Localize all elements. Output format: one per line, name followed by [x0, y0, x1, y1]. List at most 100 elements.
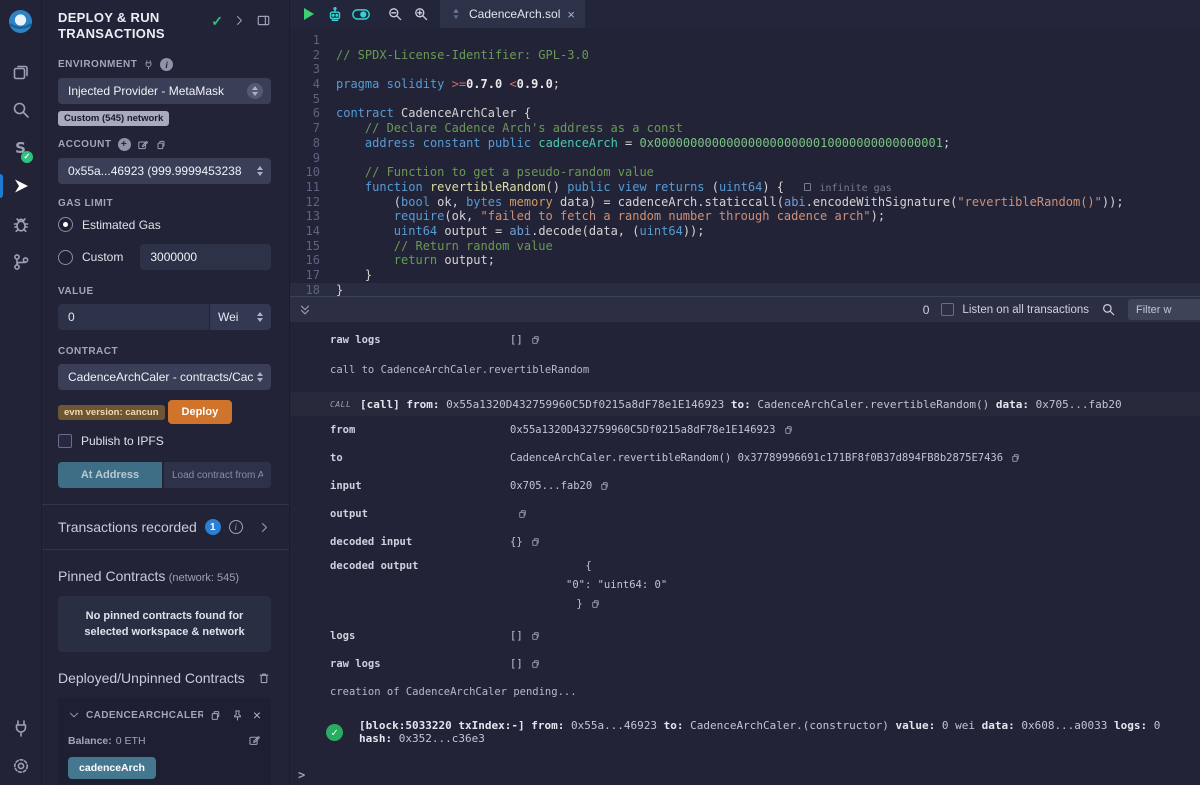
line-number: 16	[290, 253, 336, 268]
function-button-cadencearch[interactable]: cadenceArch	[68, 757, 156, 779]
listen-all-checkbox[interactable]	[941, 303, 954, 316]
edit-account-icon[interactable]	[137, 139, 149, 151]
sidebar-item-deploy-and-run[interactable]	[0, 167, 42, 205]
environment-label: ENVIRONMENT i	[58, 58, 271, 71]
terminal-search-icon[interactable]	[1101, 302, 1116, 317]
code-line[interactable]: 14 uint64 output = abi.decode(data, (uin…	[290, 224, 1200, 239]
environment-info-icon[interactable]: i	[160, 58, 173, 71]
ai-assistant-button[interactable]	[322, 0, 348, 28]
line-number: 12	[290, 195, 336, 210]
code-line[interactable]: 11 function revertibleRandom() public vi…	[290, 180, 1200, 195]
copy-icon[interactable]	[517, 508, 528, 520]
pinned-empty-message: No pinned contracts found for selected w…	[58, 596, 271, 652]
remove-contract-icon[interactable]: ×	[253, 708, 261, 722]
sidebar-item-settings[interactable]	[0, 747, 42, 785]
contract-select[interactable]: CadenceArchCaler - contracts/Cac	[58, 364, 271, 390]
chevron-down-icon[interactable]	[68, 709, 80, 721]
code-line[interactable]: 12 (bool ok, bytes memory data) = cadenc…	[290, 195, 1200, 210]
code-editor[interactable]: 12// SPDX-License-Identifier: GPL-3.034p…	[290, 28, 1200, 296]
copy-address-icon[interactable]	[209, 709, 222, 722]
custom-gas-input[interactable]: 3000000	[140, 244, 271, 270]
code-line[interactable]: 15 // Return random value	[290, 239, 1200, 254]
copy-icon[interactable]	[530, 630, 541, 642]
plug-icon	[11, 718, 31, 738]
select-stepper-icon	[247, 83, 263, 99]
line-number: 11	[290, 180, 336, 195]
deploy-run-panel: DEPLOY & RUN TRANSACTIONS ✓ ENVIRONMENT …	[42, 0, 290, 785]
tx-info-icon[interactable]: i	[229, 520, 243, 534]
listen-all-option[interactable]: Listen on all transactions	[941, 303, 1089, 316]
terminal[interactable]: raw logs [] call to CadenceArchCaler.rev…	[290, 322, 1200, 785]
zoom-out-button[interactable]	[382, 0, 408, 28]
gear-icon	[11, 756, 31, 776]
copy-icon[interactable]	[530, 334, 541, 346]
code-line[interactable]: 16 return output;	[290, 253, 1200, 268]
zoom-in-button[interactable]	[408, 0, 434, 28]
code-text: address constant public cadenceArch = 0x…	[336, 136, 950, 151]
copy-icon[interactable]	[530, 536, 541, 548]
copy-icon[interactable]	[1010, 452, 1021, 464]
line-number: 13	[290, 209, 336, 224]
copy-icon[interactable]	[599, 480, 610, 492]
collapse-terminal-icon[interactable]	[298, 303, 312, 317]
sidebar-item-plugin-manager[interactable]	[0, 709, 42, 747]
custom-gas-option[interactable]: Custom 3000000	[58, 244, 271, 270]
publish-ipfs-checkbox[interactable]	[58, 434, 72, 448]
code-line[interactable]: 18}	[290, 283, 1200, 296]
pin-panel-icon[interactable]	[256, 13, 271, 28]
code-line[interactable]: 1	[290, 33, 1200, 48]
code-line[interactable]: 8 address constant public cadenceArch = …	[290, 136, 1200, 151]
pin-contract-icon[interactable]	[231, 709, 244, 722]
sidebar-item-search[interactable]	[0, 91, 42, 129]
deploy-button[interactable]: Deploy	[168, 400, 232, 424]
line-number: 1	[290, 33, 336, 48]
code-line[interactable]: 5	[290, 92, 1200, 107]
environment-select[interactable]: Injected Provider - MetaMask	[58, 78, 271, 104]
plug-mini-icon[interactable]	[143, 59, 154, 70]
sidebar-item-solidity-compiler[interactable]: S ✓	[0, 129, 42, 167]
add-account-icon[interactable]: +	[118, 138, 131, 151]
sidebar-item-source-control[interactable]	[0, 243, 42, 281]
call-log-row[interactable]: CALL [call] from: 0x55a1320D432759960C5D…	[290, 392, 1200, 416]
account-select[interactable]: 0x55a...46923 (999.9999453238	[58, 158, 271, 184]
code-line[interactable]: 3	[290, 62, 1200, 77]
value-unit-select[interactable]: Wei	[209, 304, 271, 330]
trash-icon[interactable]	[257, 671, 271, 685]
edit-balance-icon[interactable]	[248, 734, 261, 747]
remix-logo-icon[interactable]	[7, 8, 34, 35]
at-address-button[interactable]: At Address	[58, 462, 162, 488]
at-address-input[interactable]	[164, 462, 271, 488]
radio-custom-gas[interactable]	[58, 250, 73, 265]
transactions-recorded-row[interactable]: Transactions recorded 1 i	[42, 505, 289, 549]
code-line[interactable]: 4pragma solidity >=0.7.0 <0.9.0;	[290, 77, 1200, 92]
sidebar-item-file-explorer[interactable]	[0, 53, 42, 91]
zoom-out-icon	[387, 6, 403, 22]
block-success-row[interactable]: ✓ [block:5033220 txIndex:-] from: 0x55a.…	[290, 720, 1200, 744]
expand-chevron-icon[interactable]	[258, 521, 271, 534]
terminal-filter-input[interactable]	[1128, 299, 1200, 320]
copy-account-icon[interactable]	[155, 139, 167, 151]
code-line[interactable]: 9	[290, 151, 1200, 166]
radio-estimated-gas[interactable]	[58, 217, 73, 232]
code-line[interactable]: 17 }	[290, 268, 1200, 283]
code-line[interactable]: 2// SPDX-License-Identifier: GPL-3.0	[290, 48, 1200, 63]
chevron-right-icon[interactable]	[233, 14, 246, 27]
code-line[interactable]: 10 // Function to get a pseudo-random va…	[290, 165, 1200, 180]
terminal-prompt[interactable]: >	[290, 768, 1200, 782]
close-tab-icon[interactable]: ×	[567, 8, 575, 21]
code-text: function revertibleRandom() public view …	[336, 180, 892, 195]
code-line[interactable]: 13 require(ok, "failed to fetch a random…	[290, 209, 1200, 224]
copy-icon[interactable]	[530, 658, 541, 670]
copy-icon[interactable]	[590, 598, 601, 610]
estimated-gas-option[interactable]: Estimated Gas	[58, 217, 271, 232]
copilot-toggle[interactable]	[348, 0, 374, 28]
run-script-button[interactable]	[296, 0, 322, 28]
code-line[interactable]: 6contract CadenceArchCaler {	[290, 106, 1200, 121]
table-row: output	[290, 500, 1200, 528]
sidebar-item-debugger[interactable]	[0, 205, 42, 243]
tab-cadencearch-sol[interactable]: CadenceArch.sol ×	[440, 0, 585, 28]
copy-icon[interactable]	[783, 424, 794, 436]
value-input[interactable]: 0	[58, 304, 209, 330]
publish-ipfs-option[interactable]: Publish to IPFS	[58, 434, 271, 448]
code-line[interactable]: 7 // Declare Cadence Arch's address as a…	[290, 121, 1200, 136]
